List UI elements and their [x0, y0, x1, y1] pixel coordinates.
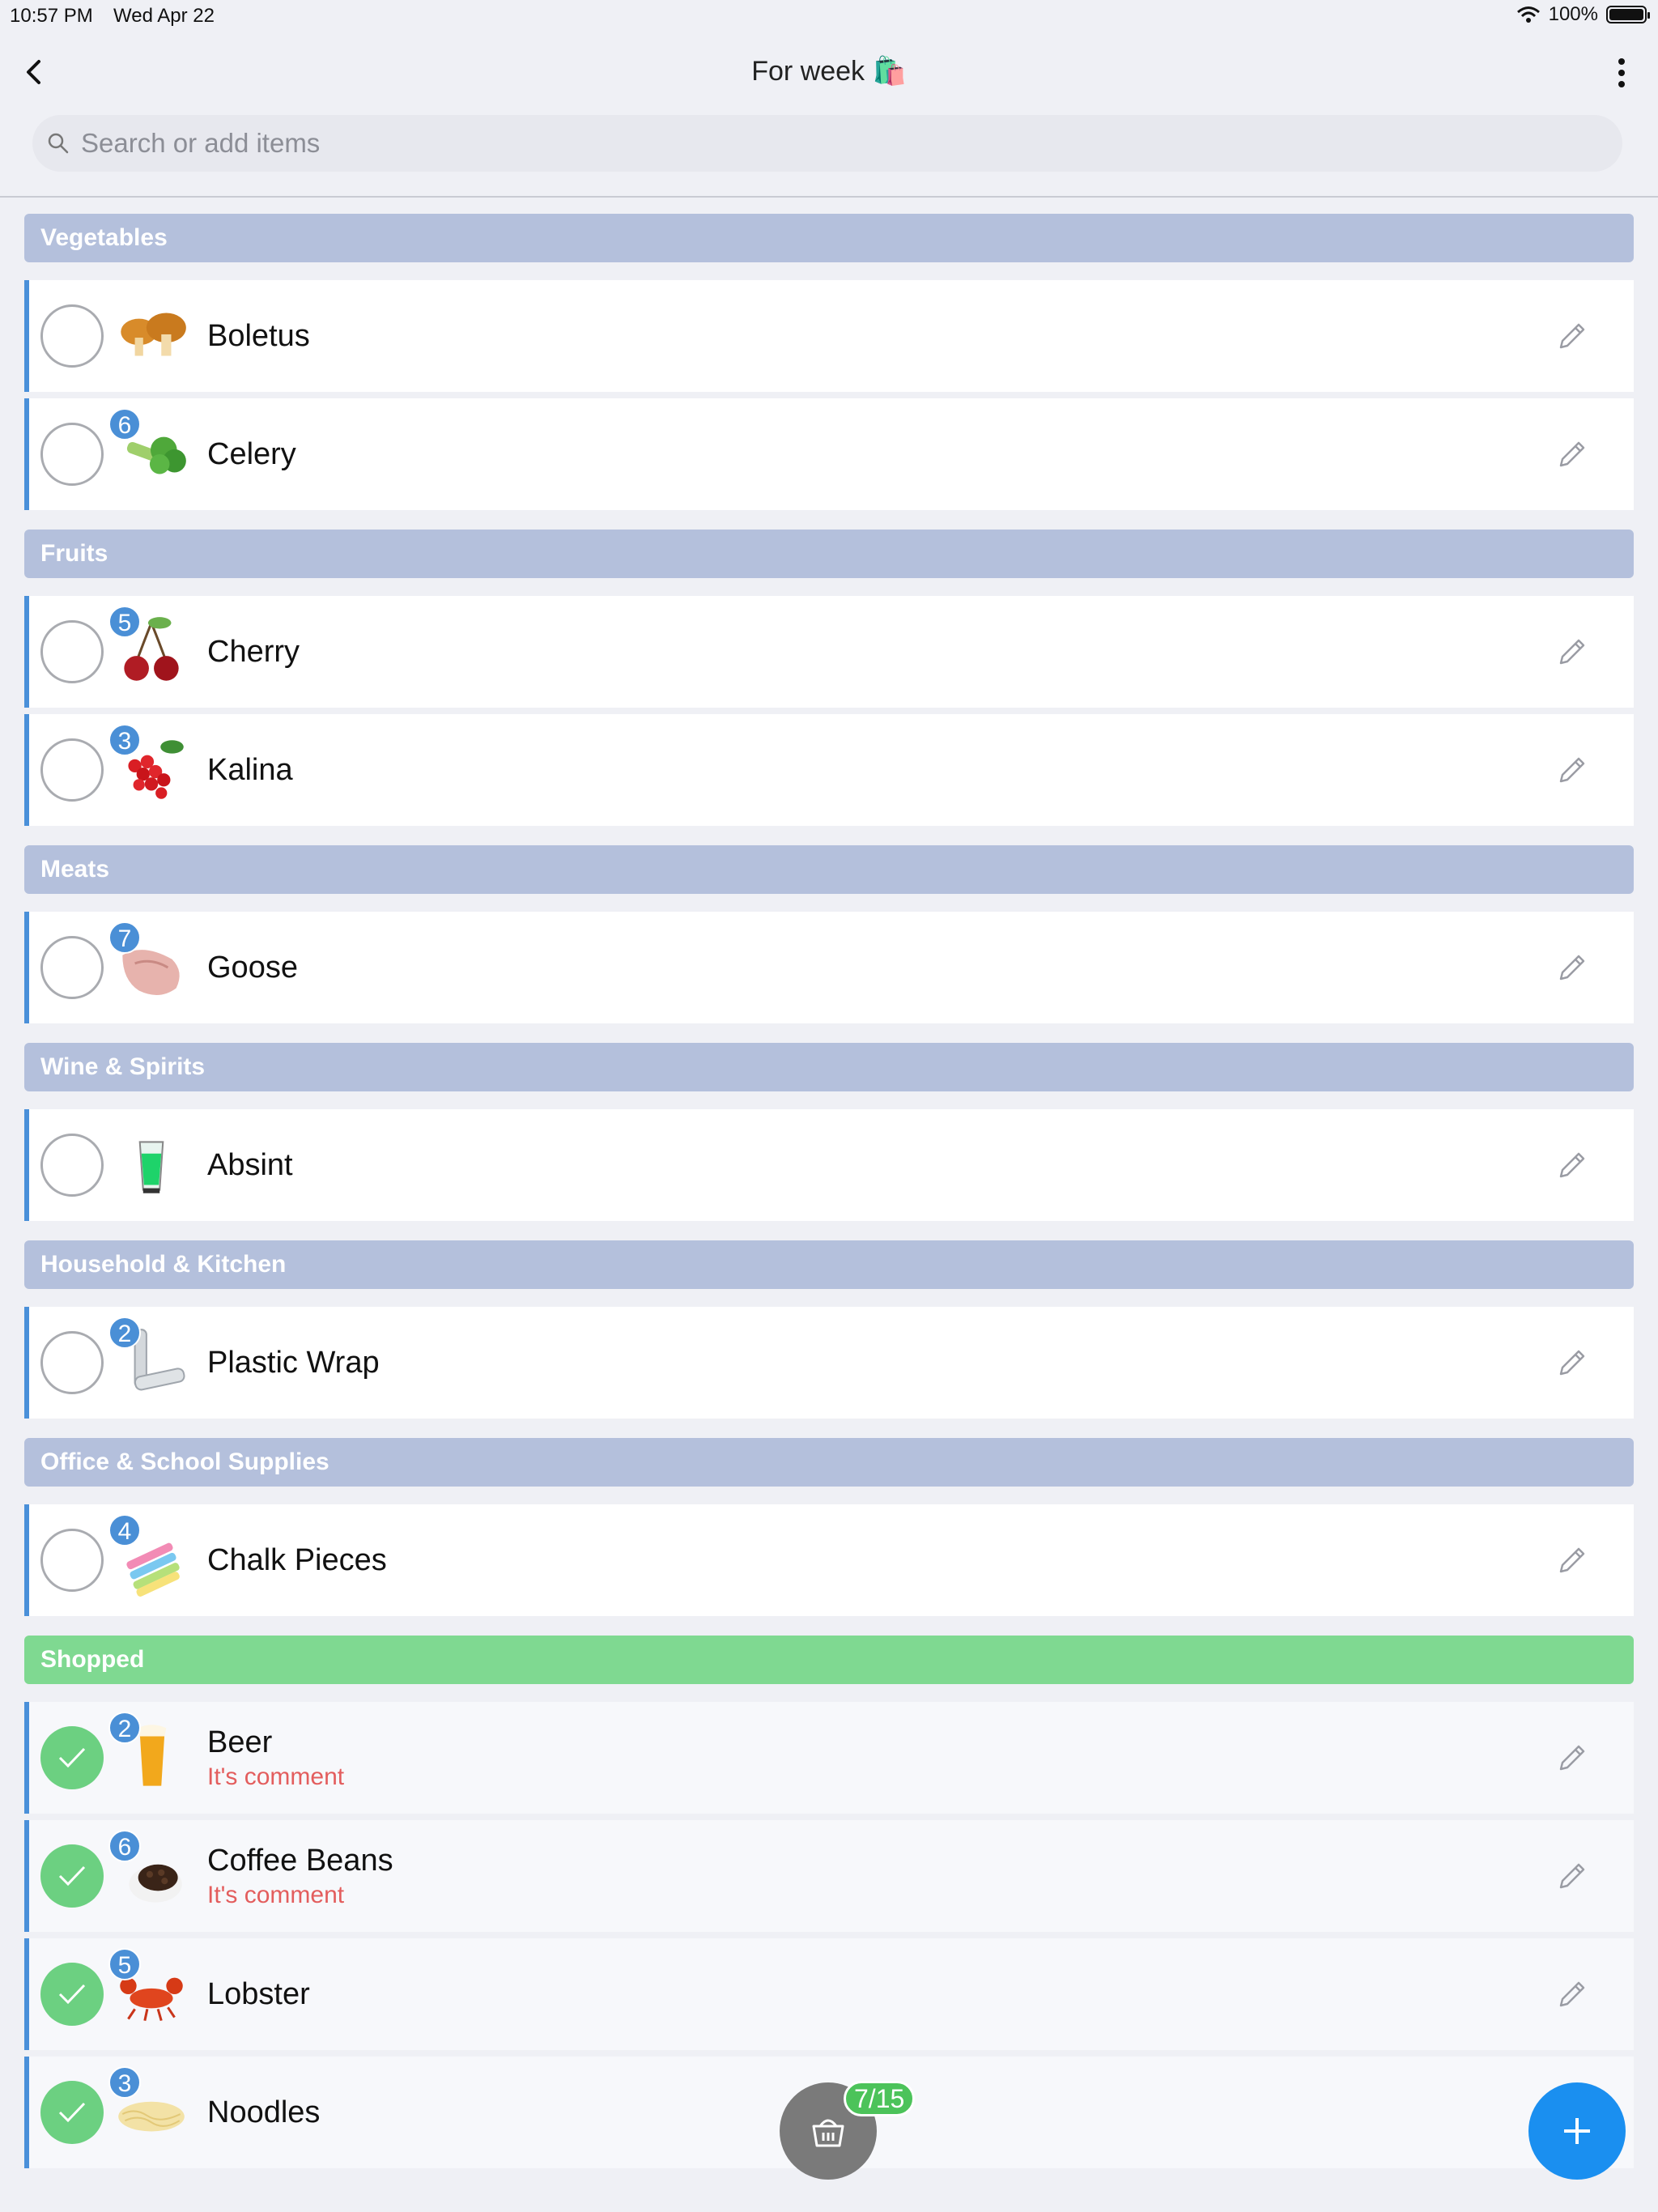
item-name: Absint [207, 1147, 293, 1182]
item-checkbox[interactable] [40, 304, 104, 368]
item-checkbox[interactable] [40, 423, 104, 486]
edit-pencil-icon[interactable] [1553, 948, 1592, 987]
checkmark-icon [58, 2102, 86, 2123]
list-item[interactable]: 6 Coffee Beans It's comment [24, 1820, 1634, 1932]
item-comment: It's comment [207, 1881, 345, 1908]
item-name: Chalk Pieces [207, 1542, 387, 1577]
battery-icon [1606, 6, 1650, 23]
category-household-kitchen: Household & Kitchen [24, 1240, 1634, 1289]
search-input[interactable] [81, 128, 1538, 159]
edit-pencil-icon[interactable] [1553, 1541, 1592, 1580]
status-bar: 10:57 PM Wed Apr 22 100% [0, 0, 1658, 36]
search-icon [48, 133, 69, 154]
list-item[interactable]: 3 Kalina [24, 714, 1634, 826]
category-vegetables: Vegetables [24, 214, 1634, 262]
basket-icon [812, 2119, 844, 2147]
edit-pencil-icon[interactable] [1553, 1146, 1592, 1185]
wifi-icon [1516, 6, 1540, 23]
list-item[interactable]: 4 Chalk Pieces [24, 1504, 1634, 1616]
item-comment: It's comment [207, 1763, 345, 1790]
item-checkbox-checked[interactable] [40, 2081, 104, 2144]
list-item[interactable]: 2 Plastic Wrap [24, 1307, 1634, 1419]
item-name: Boletus [207, 318, 310, 353]
checkmark-icon [58, 1865, 86, 1887]
page-title: For week 🛍️ [751, 56, 907, 87]
item-name: Celery [207, 436, 296, 471]
list-item[interactable]: 5 Lobster [24, 1938, 1634, 2050]
quantity-badge: 2 [108, 1317, 141, 1349]
quantity-badge: 3 [108, 2066, 141, 2099]
edit-pencil-icon[interactable] [1553, 632, 1592, 671]
checkmark-icon [58, 1747, 86, 1768]
category-fruits: Fruits [24, 530, 1634, 578]
category-wine-spirits: Wine & Spirits [24, 1043, 1634, 1091]
mushroom-icon [121, 313, 186, 356]
list-item[interactable]: 7 Goose [24, 912, 1634, 1023]
item-name: Beer [207, 1725, 273, 1759]
search-bar[interactable] [32, 115, 1622, 172]
item-checkbox[interactable] [40, 620, 104, 683]
more-options-icon[interactable] [1609, 55, 1634, 91]
item-checkbox-checked[interactable] [40, 1726, 104, 1789]
item-name: Lobster [207, 1976, 310, 2011]
item-name: Kalina [207, 752, 293, 787]
quantity-badge: 6 [108, 408, 141, 440]
status-time: 10:57 PM [10, 5, 93, 27]
edit-pencil-icon[interactable] [1553, 1975, 1592, 2014]
add-item-button[interactable] [1528, 2082, 1626, 2180]
category-shopped: Shopped [24, 1636, 1634, 1684]
item-checkbox[interactable] [40, 1331, 104, 1394]
item-name: Plastic Wrap [207, 1345, 380, 1380]
item-name: Noodles [207, 2095, 321, 2129]
edit-pencil-icon[interactable] [1553, 317, 1592, 355]
item-checkbox-checked[interactable] [40, 1963, 104, 2026]
item-checkbox-checked[interactable] [40, 1844, 104, 1908]
edit-pencil-icon[interactable] [1553, 751, 1592, 789]
app-header: For week 🛍️ [0, 36, 1658, 198]
item-checkbox[interactable] [40, 738, 104, 802]
quantity-badge: 6 [108, 1830, 141, 1862]
quantity-badge: 2 [108, 1712, 141, 1744]
item-checkbox[interactable] [40, 1134, 104, 1197]
edit-pencil-icon[interactable] [1553, 1343, 1592, 1382]
list-item[interactable]: 6 Celery [24, 398, 1634, 510]
edit-pencil-icon[interactable] [1553, 435, 1592, 474]
progress-counter-badge: 7/15 [844, 2081, 916, 2116]
category-meats: Meats [24, 845, 1634, 894]
quantity-badge: 3 [108, 724, 141, 756]
checkmark-icon [58, 1984, 86, 2005]
glass-icon [138, 1141, 164, 1193]
quantity-badge: 5 [108, 1948, 141, 1980]
category-office-school: Office & School Supplies [24, 1438, 1634, 1487]
edit-pencil-icon[interactable] [1553, 1857, 1592, 1895]
shopping-list: Vegetables Boletus 6 Celery Fruits 5 Che… [24, 214, 1634, 2175]
list-item[interactable]: 5 Cherry [24, 596, 1634, 708]
battery-percent: 100% [1548, 3, 1598, 25]
quantity-badge: 4 [108, 1514, 141, 1546]
list-item[interactable]: Boletus [24, 280, 1634, 392]
item-checkbox[interactable] [40, 1529, 104, 1592]
quantity-badge: 5 [108, 606, 141, 638]
item-name: Goose [207, 950, 298, 985]
item-name: Coffee Beans [207, 1843, 393, 1878]
edit-pencil-icon[interactable] [1553, 1738, 1592, 1777]
list-item[interactable]: 2 Beer It's comment [24, 1702, 1634, 1814]
item-name: Cherry [207, 634, 300, 669]
status-date: Wed Apr 22 [113, 5, 215, 27]
list-item[interactable]: Absint [24, 1109, 1634, 1221]
quantity-badge: 7 [108, 921, 141, 954]
item-checkbox[interactable] [40, 936, 104, 999]
